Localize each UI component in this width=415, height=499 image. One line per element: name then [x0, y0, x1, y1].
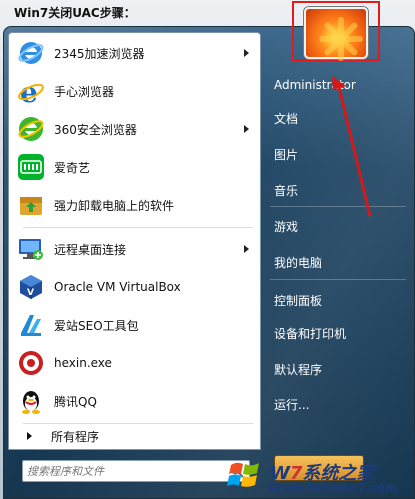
annotation-arrow-icon	[332, 76, 372, 217]
watermark-url: Www.Winwin7.com	[268, 481, 398, 495]
windows-logo-icon	[227, 462, 259, 487]
